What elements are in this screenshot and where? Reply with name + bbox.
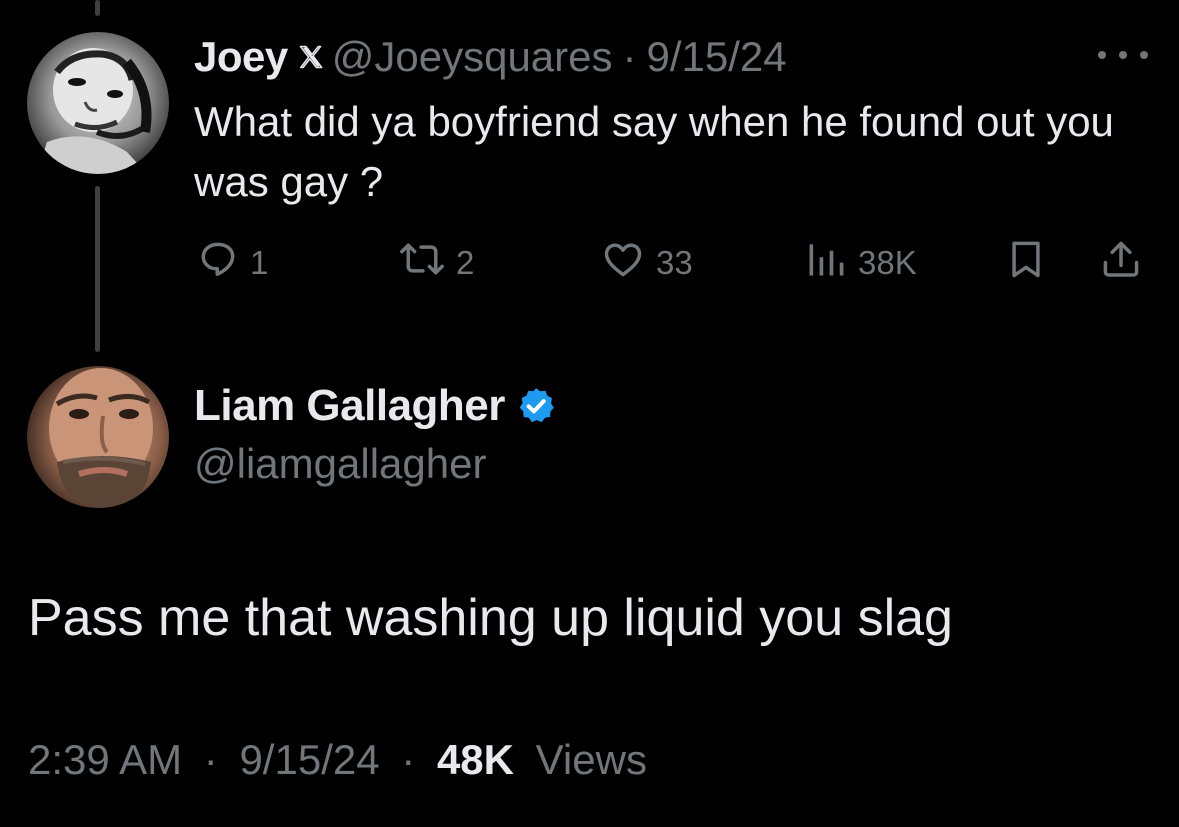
bookmark-button[interactable] (1004, 240, 1048, 286)
total-views-count[interactable]: 48K (437, 736, 514, 783)
like-button[interactable]: 33 (600, 240, 693, 286)
retweet-icon (398, 237, 446, 289)
original-tweet-text: What did ya boyfriend say when he found … (194, 98, 1114, 205)
avatar-liam-gallagher[interactable] (27, 366, 169, 508)
bookmark-icon (1004, 237, 1048, 289)
views-chart-icon (804, 237, 848, 289)
more-dot (1140, 51, 1148, 59)
reply-tweet-header: Liam Gallagher (194, 378, 557, 434)
handle-liam-gallagher[interactable]: @liamgallagher (194, 440, 486, 488)
thread-line-top (95, 0, 100, 16)
tweet-action-bar: 1 2 33 38K (0, 240, 1179, 286)
meta-separator: · (401, 736, 416, 783)
x-logo-icon (296, 43, 326, 71)
meta-separator: · (203, 736, 218, 783)
tweet-date-full[interactable]: 9/15/24 (239, 736, 379, 783)
reply-count: 1 (250, 244, 269, 281)
verified-badge-icon[interactable] (515, 385, 557, 427)
heart-icon (600, 237, 646, 289)
avatar-joey[interactable] (27, 32, 169, 174)
share-icon (1099, 237, 1143, 289)
reply-icon (196, 237, 240, 289)
tweet-date[interactable]: 9/15/24 (647, 33, 787, 81)
views-label: Views (535, 736, 647, 783)
more-dot (1098, 51, 1106, 59)
views-count: 38K (858, 244, 917, 281)
like-count: 33 (656, 244, 693, 281)
original-tweet-header: Joey @Joeysquares · 9/15/24 (194, 33, 787, 81)
header-separator: · (622, 33, 637, 80)
views-button[interactable]: 38K (804, 240, 917, 286)
reply-button[interactable]: 1 (196, 240, 268, 286)
display-name-liam-gallagher[interactable]: Liam Gallagher (194, 381, 505, 431)
share-button[interactable] (1099, 240, 1143, 286)
retweet-button[interactable]: 2 (398, 240, 474, 286)
retweet-count: 2 (456, 244, 475, 281)
more-dot (1119, 51, 1127, 59)
tweet-meta-row: 2:39 AM · 9/15/24 · 48K Views (28, 736, 647, 784)
handle-joey[interactable]: @Joeysquares (332, 33, 613, 81)
reply-tweet-text: Pass me that washing up liquid you slag (28, 589, 953, 647)
tweet-time[interactable]: 2:39 AM (28, 736, 182, 783)
display-name-joey[interactable]: Joey (194, 33, 288, 81)
more-options-icon[interactable] (1098, 40, 1148, 70)
